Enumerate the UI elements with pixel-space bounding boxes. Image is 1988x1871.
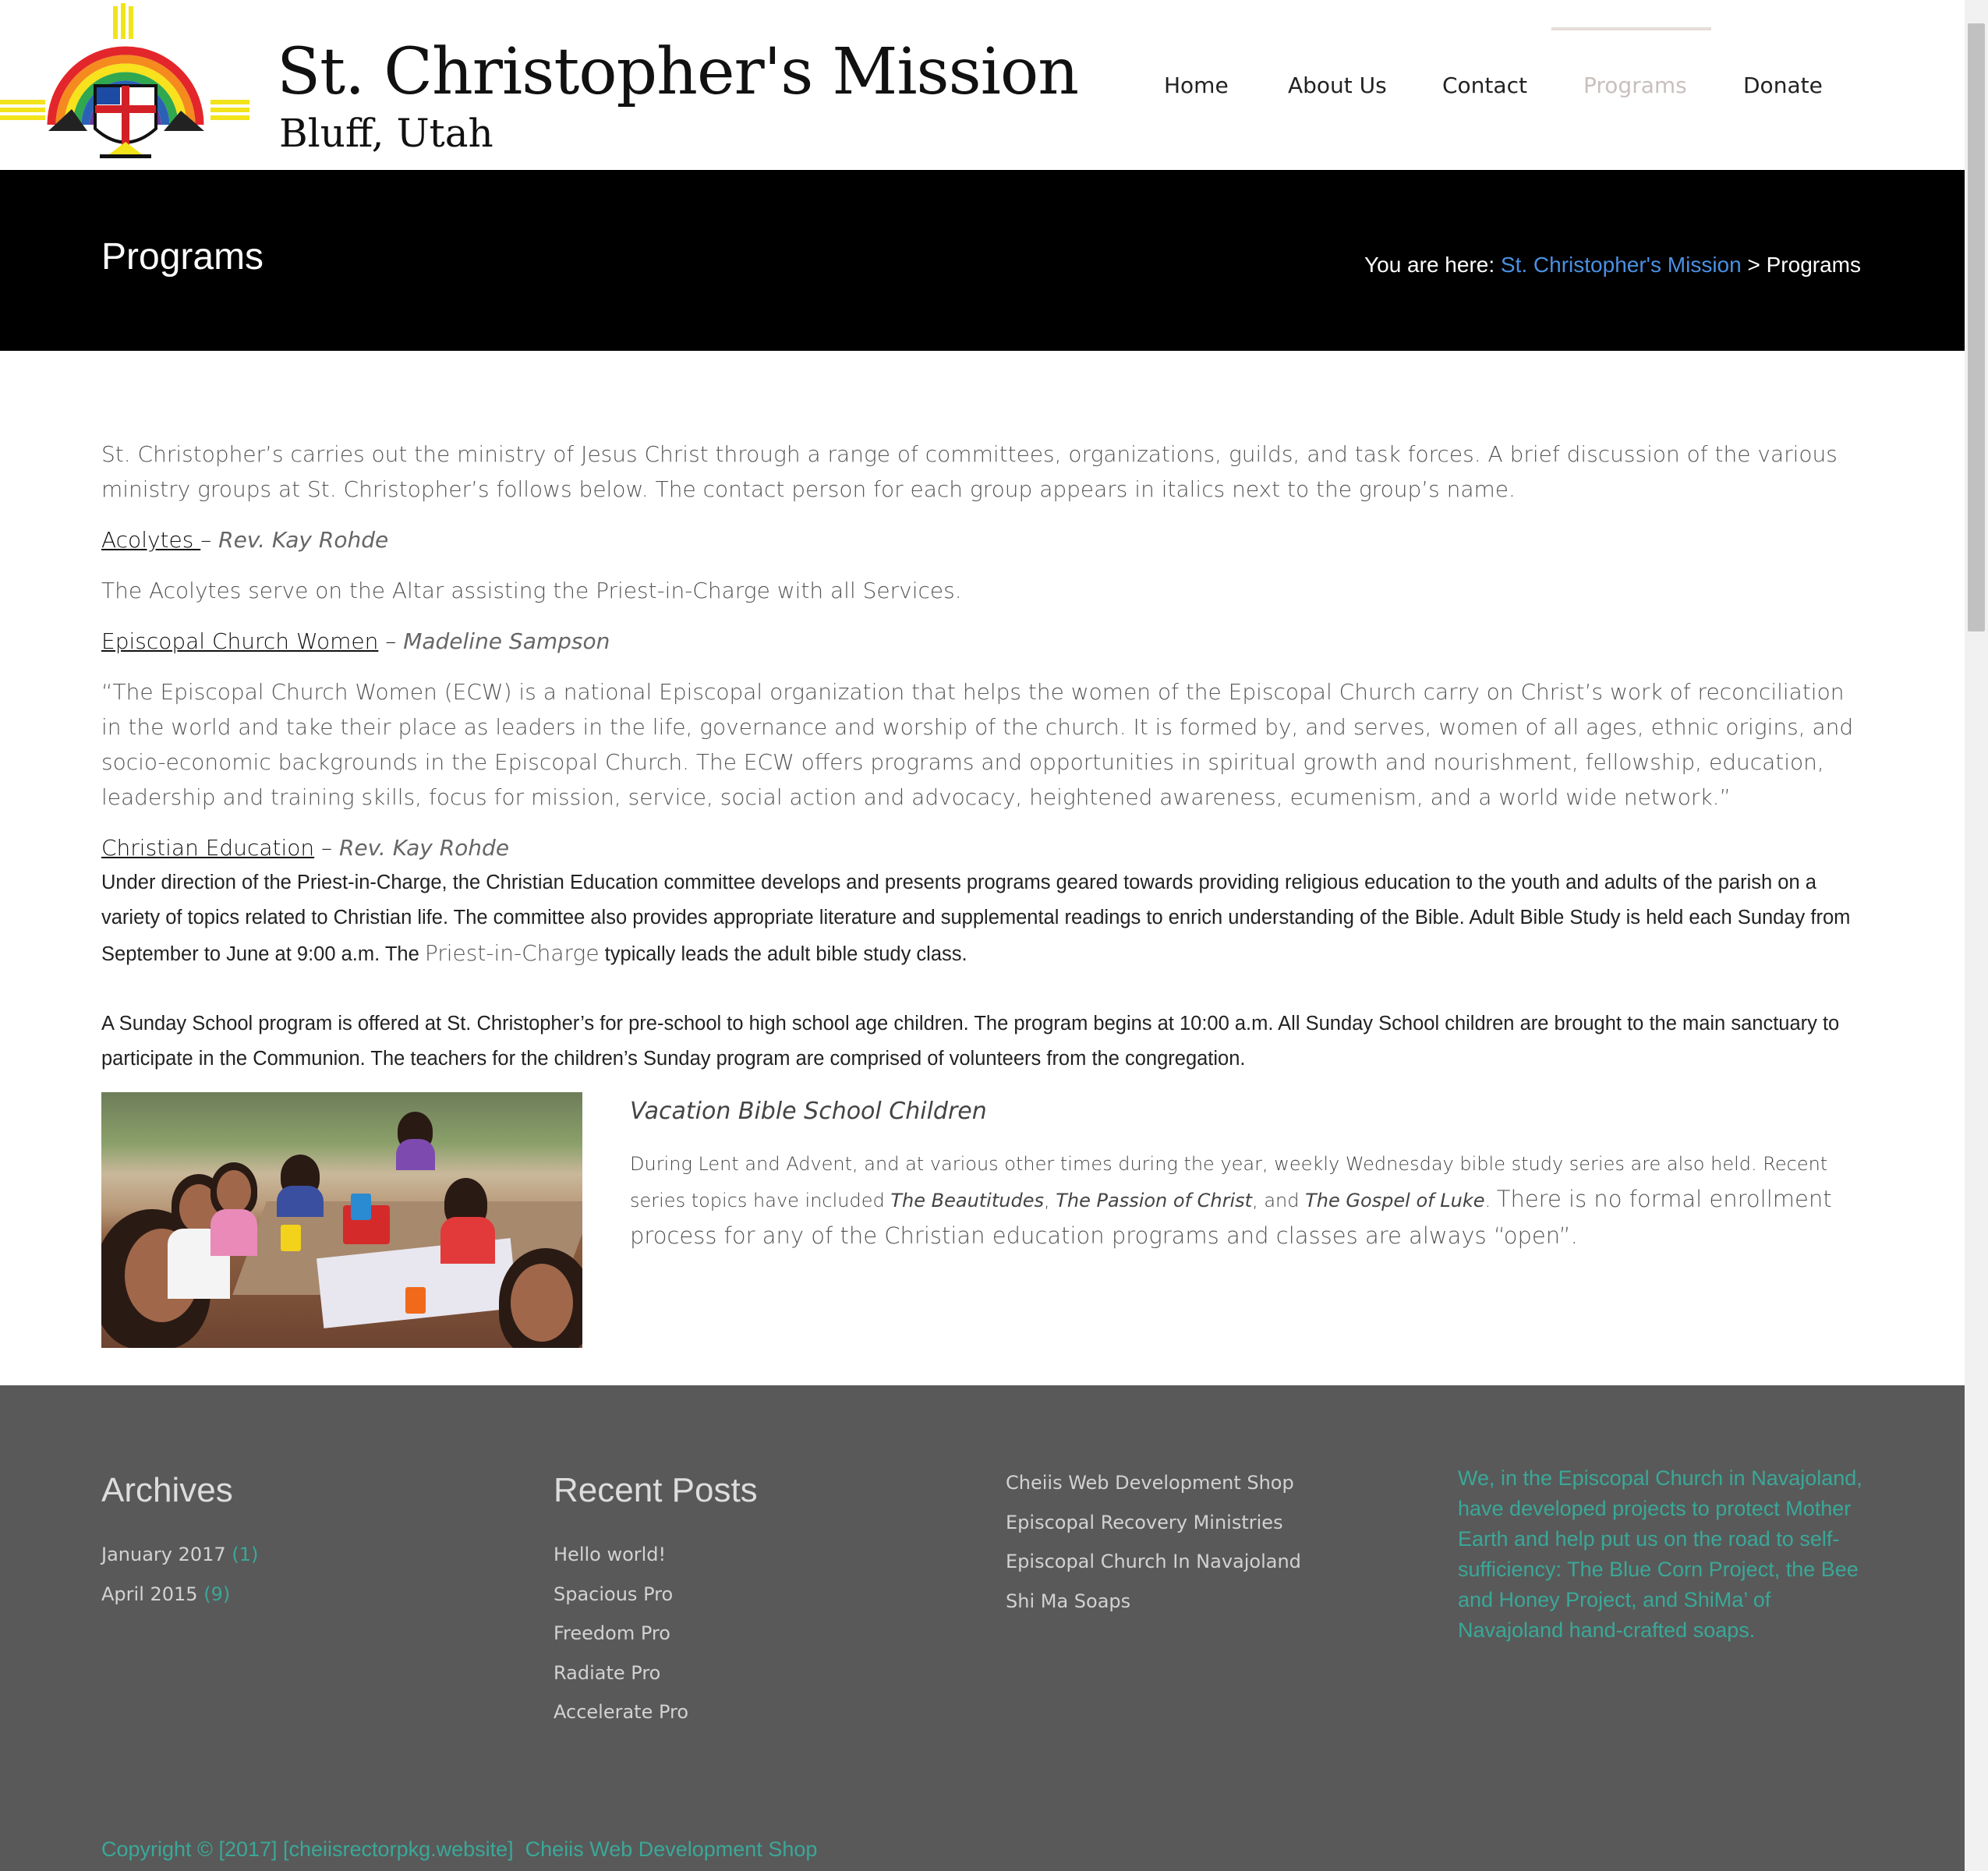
vbs-text2: . <box>1484 1190 1497 1211</box>
main-nav: Home About Us Contact Programs Donate <box>0 0 1965 170</box>
christian-education-link[interactable]: Christian Education <box>101 835 314 861</box>
acolytes-contact: Rev. Kay Rohde <box>218 527 389 553</box>
nav-contact[interactable]: Contact <box>1442 73 1527 98</box>
page-title-band: Programs You are here: St. Christopher's… <box>0 170 1965 351</box>
christian-education-body: Under direction of the Priest-in-Charge,… <box>101 865 1863 972</box>
vbs-sep1: , <box>1043 1190 1056 1211</box>
recent-post-link[interactable]: Hello world! <box>554 1535 688 1575</box>
ecw-body: “The Episcopal Church Women (ECW) is a n… <box>101 679 1854 810</box>
site-header: St. Christopher's Mission Bluff, Utah Ho… <box>0 0 1965 170</box>
footer-link[interactable]: Episcopal Church In Navajoland <box>1006 1542 1301 1582</box>
recent-post-link[interactable]: Freedom Pro <box>554 1614 688 1653</box>
archive-item[interactable]: January 2017 (1) <box>101 1535 258 1575</box>
copyright: Copyright © [2017] [cheiisrectorpkg.webs… <box>101 1837 817 1862</box>
nav-about-us[interactable]: About Us <box>1288 73 1387 98</box>
breadcrumb-prefix: You are here: <box>1364 253 1495 277</box>
archives-heading: Archives <box>101 1471 233 1509</box>
vbs-topic-2: The Passion of Christ <box>1056 1190 1253 1211</box>
sunday-school-paragraph: A Sunday School program is offered at St… <box>101 1013 1840 1070</box>
recent-post-link[interactable]: Radiate Pro <box>554 1653 688 1693</box>
archives-list: January 2017 (1) April 2015 (9) <box>101 1535 258 1614</box>
section-heading-acolytes: Acolytes – Rev. Kay Rohde <box>101 522 1863 557</box>
section-dash: – <box>314 835 339 861</box>
christian-education-contact: Rev. Kay Rohde <box>338 835 510 861</box>
vbs-sep2: , and <box>1252 1190 1306 1211</box>
ecw-contact: Madeline Sampson <box>403 628 610 654</box>
ce-body-part1: Under direction of the Priest-in-Charge,… <box>101 872 1851 965</box>
archive-item[interactable]: April 2015 (9) <box>101 1575 258 1615</box>
copyright-text: Copyright © [2017] [cheiisrectorpkg.webs… <box>101 1837 514 1861</box>
breadcrumb-current: Programs <box>1766 253 1861 277</box>
section-heading-ecw: Episcopal Church Women – Madeline Sampso… <box>101 624 1863 659</box>
footer-links-list: Cheiis Web Development Shop Episcopal Re… <box>1006 1463 1301 1621</box>
footer-link[interactable]: Cheiis Web Development Shop <box>1006 1463 1301 1503</box>
vbs-body: During Lent and Advent, and at various o… <box>630 1147 1869 1255</box>
nav-programs[interactable]: Programs <box>1583 73 1687 98</box>
footer-link[interactable]: Episcopal Recovery Ministries <box>1006 1503 1301 1543</box>
site-footer: Archives January 2017 (1) April 2015 (9)… <box>0 1385 1965 1871</box>
page-scrollbar[interactable] <box>1965 0 1988 1871</box>
page-title: Programs <box>101 236 264 278</box>
vbs-children-photo <box>101 1092 582 1348</box>
vbs-block: Vacation Bible School Children During Le… <box>101 1092 1863 1349</box>
footer-link[interactable]: Shi Ma Soaps <box>1006 1582 1301 1622</box>
breadcrumb-home-link[interactable]: St. Christopher's Mission <box>1501 253 1742 277</box>
vbs-topic-1: The Beautitudes <box>890 1190 1044 1211</box>
nav-home[interactable]: Home <box>1164 73 1229 98</box>
acolytes-link[interactable]: Acolytes <box>101 527 200 553</box>
archive-count: (9) <box>203 1583 231 1605</box>
archive-label[interactable]: January 2017 <box>101 1544 226 1565</box>
breadcrumb-separator: > <box>1747 253 1760 277</box>
section-dash: – <box>200 527 219 553</box>
recent-posts-heading: Recent Posts <box>554 1471 758 1509</box>
navajoland-projects-text: We, in the Episcopal Church in Navajolan… <box>1458 1466 1862 1642</box>
section-dash: – <box>378 628 404 654</box>
ce-body-part2: Priest-in-Charge <box>424 940 600 966</box>
intro-paragraph: St. Christopher’s carries out the minist… <box>101 441 1838 502</box>
vbs-text: Vacation Bible School Children During Le… <box>630 1092 1869 1255</box>
vbs-topic-3: The Gospel of Luke <box>1305 1190 1485 1211</box>
copyright-link[interactable]: Cheiis Web Development Shop <box>525 1837 818 1861</box>
section-heading-christian-education: Christian Education – Rev. Kay Rohde <box>101 830 1863 865</box>
archive-label[interactable]: April 2015 <box>101 1583 198 1605</box>
recent-posts-list: Hello world! Spacious Pro Freedom Pro Ra… <box>554 1535 688 1732</box>
nav-donate[interactable]: Donate <box>1743 73 1823 98</box>
ce-body-part3: typically leads the adult bible study cl… <box>599 943 967 965</box>
acolytes-body: The Acolytes serve on the Altar assistin… <box>101 578 962 603</box>
archive-count: (1) <box>232 1544 259 1565</box>
ecw-link[interactable]: Episcopal Church Women <box>101 628 378 654</box>
recent-post-link[interactable]: Spacious Pro <box>554 1575 688 1615</box>
main-content: St. Christopher’s carries out the minist… <box>101 437 1863 1349</box>
scrollbar-thumb[interactable] <box>1968 23 1985 631</box>
breadcrumb: You are here: St. Christopher's Mission … <box>1364 253 1861 278</box>
recent-post-link[interactable]: Accelerate Pro <box>554 1692 688 1732</box>
vbs-photo-caption: Vacation Bible School Children <box>630 1098 987 1125</box>
nav-active-indicator <box>1551 27 1711 30</box>
